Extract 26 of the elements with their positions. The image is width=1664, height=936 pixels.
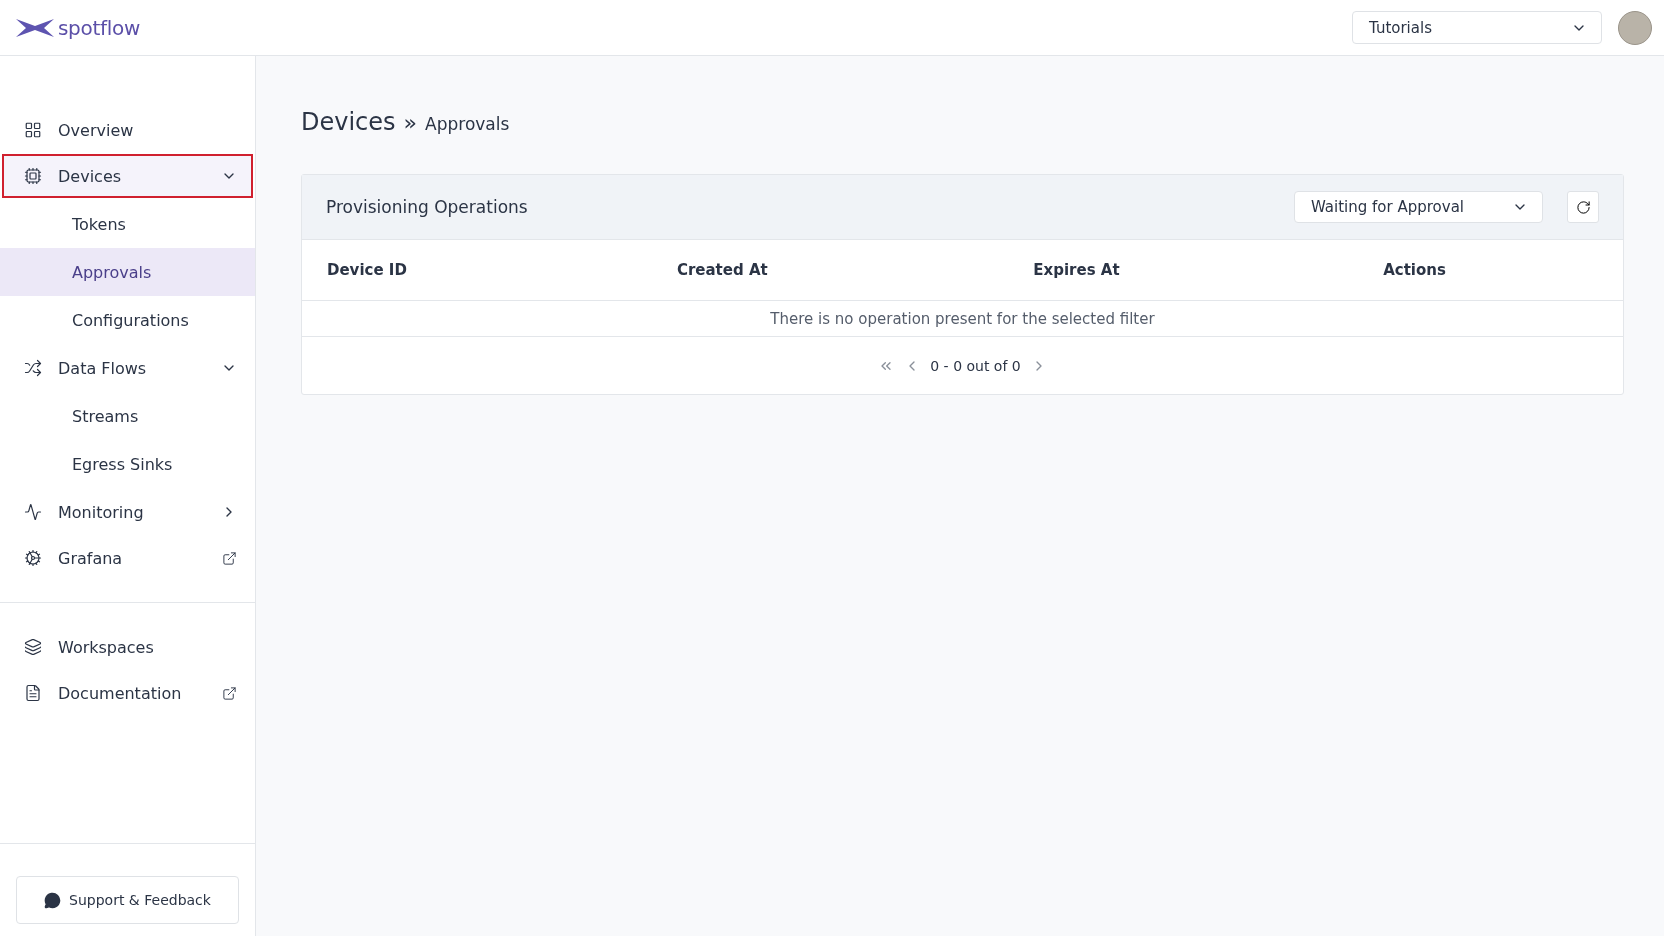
sidebar-item[interactable]: Documentation [2,671,253,715]
page-range: 0 - 0 out of 0 [930,357,1021,374]
sidebar-item[interactable]: Devices [2,154,253,198]
card-title: Provisioning Operations [326,197,529,217]
column-header: Expires At [1033,261,1121,279]
sidebar-subitem[interactable]: Approvals [0,248,255,296]
sidebar-item[interactable]: Monitoring [2,490,253,534]
logo-text: spotflow [58,15,140,40]
page-title: Devices [301,108,396,136]
breadcrumb-current: Approvals [425,114,510,134]
sidebar-subitem[interactable]: Streams [0,392,255,440]
workspace-select[interactable]: Tutorials [1352,11,1602,44]
column-header: Actions [1383,261,1447,279]
breadcrumb-separator: » [403,110,418,135]
support-feedback-button[interactable]: Support & Feedback [16,876,239,924]
sidebar-item[interactable]: Grafana [2,536,253,580]
sidebar-item[interactable]: Overview [2,108,253,152]
column-header: Device ID [327,261,408,279]
sidebar-subitem[interactable]: Tokens [0,200,255,248]
empty-message: There is no operation present for the selected filter [302,301,1623,337]
sidebar-item[interactable]: Data Flows [2,346,253,390]
sidebar-subitem[interactable]: Configurations [0,296,255,344]
status-filter-select[interactable]: Waiting for Approval [1294,191,1543,223]
column-header: Created At [676,261,769,279]
sidebar-subitem[interactable]: Egress Sinks [0,440,255,488]
sidebar-item[interactable]: Workspaces [2,625,253,669]
